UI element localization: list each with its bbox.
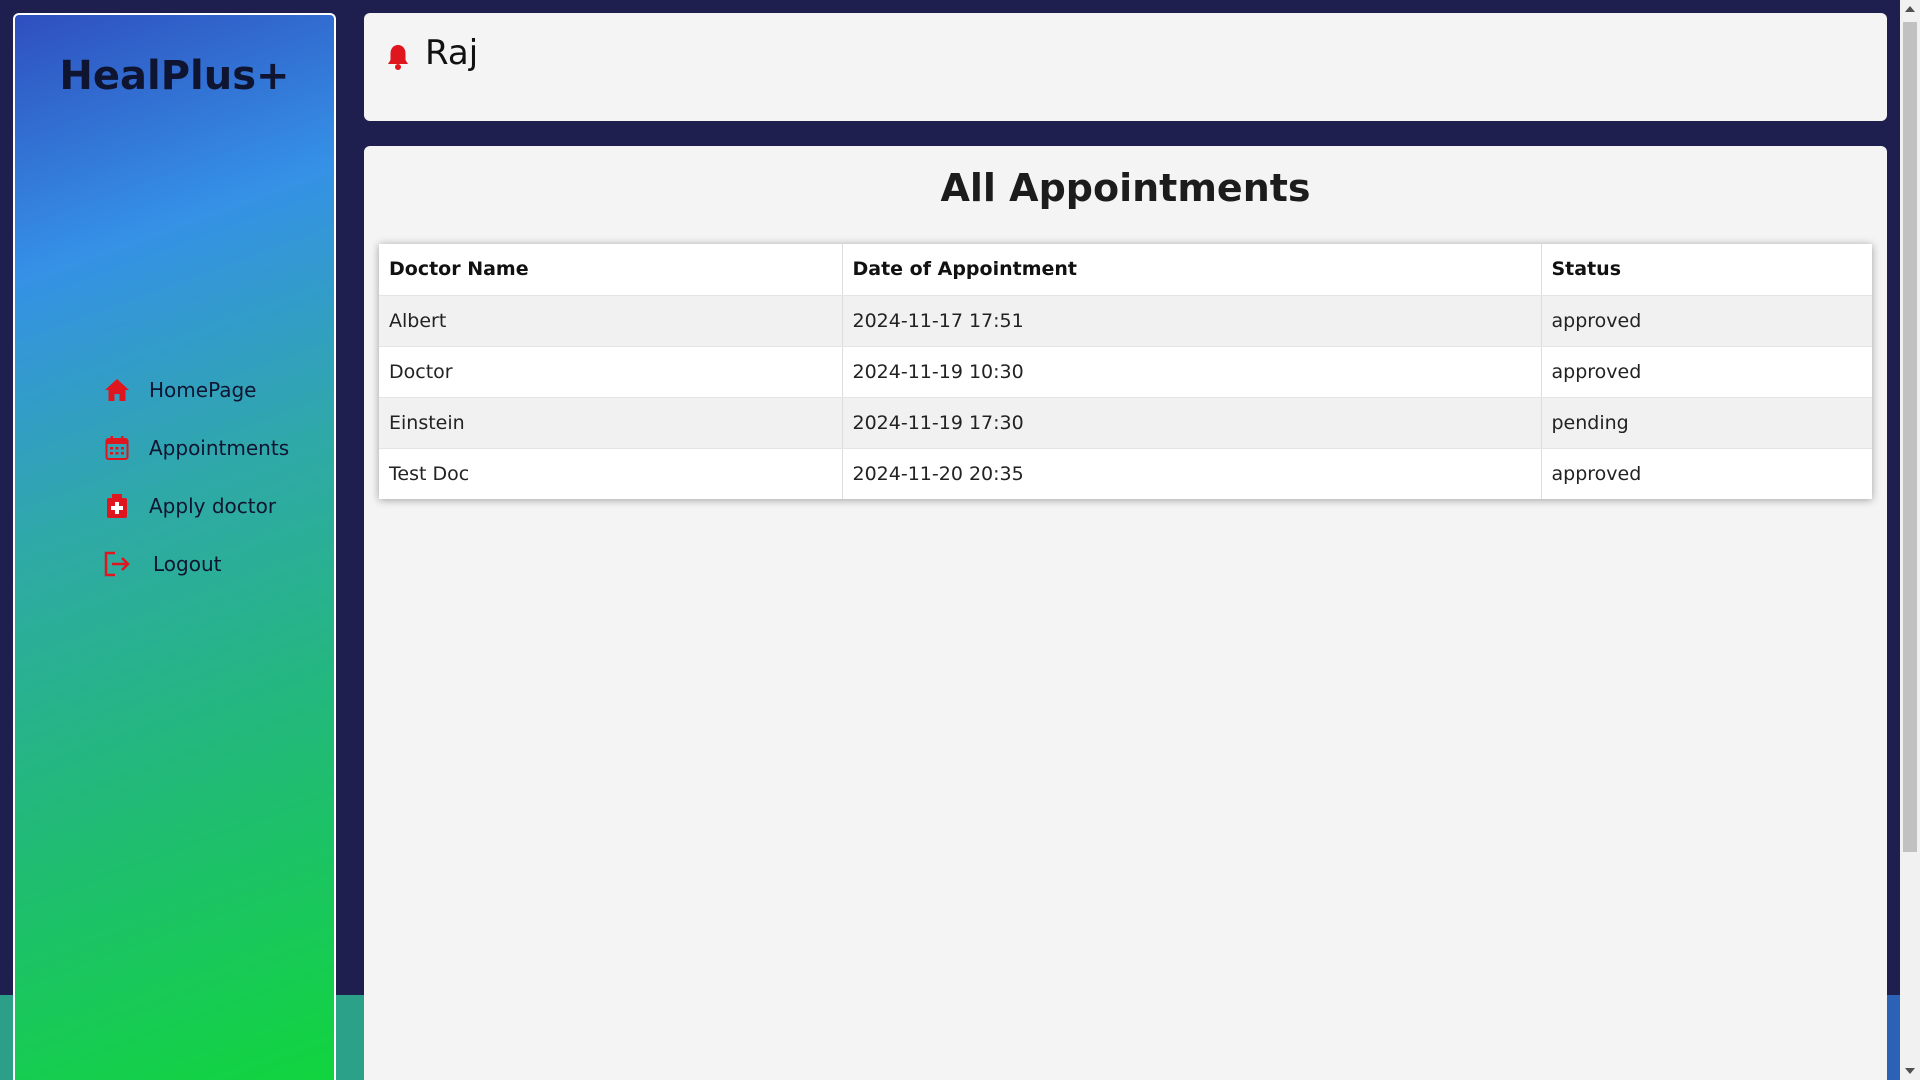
cell-doctor-name: Einstein <box>379 397 843 449</box>
table-row: Test Doc 2024-11-20 20:35 approved <box>379 448 1872 499</box>
sidebar-item-logout[interactable]: Logout <box>103 544 289 584</box>
calendar-icon <box>103 434 131 462</box>
user-name[interactable]: Raj <box>425 33 478 73</box>
sidebar-menu: HomePage Appointments Apply doctor Logou… <box>103 370 289 602</box>
sidebar-item-appointments[interactable]: Appointments <box>103 428 289 468</box>
column-header-status[interactable]: Status <box>1541 244 1872 296</box>
page-title: All Appointments <box>940 166 1311 210</box>
home-icon <box>103 376 131 404</box>
table: Doctor Name Date of Appointment Status A… <box>379 244 1872 499</box>
appointments-table: Doctor Name Date of Appointment Status A… <box>379 244 1872 499</box>
sidebar-item-label: HomePage <box>149 378 257 402</box>
sidebar-item-label: Logout <box>153 552 222 576</box>
bell-icon[interactable] <box>386 43 410 71</box>
medical-kit-icon <box>103 492 131 520</box>
cell-date: 2024-11-20 20:35 <box>842 448 1542 499</box>
cell-status: pending <box>1541 397 1872 449</box>
cell-doctor-name: Albert <box>379 295 843 347</box>
cell-status: approved <box>1541 346 1872 398</box>
sidebar-item-label: Apply doctor <box>149 494 277 518</box>
cell-date: 2024-11-19 17:30 <box>842 397 1542 449</box>
main-content: All Appointments Doctor Name Date of App… <box>364 146 1887 1080</box>
cell-date: 2024-11-19 10:30 <box>842 346 1542 398</box>
page-scrollbar[interactable] <box>1900 0 1920 1080</box>
sidebar-item-label: Appointments <box>149 436 290 460</box>
column-header-date[interactable]: Date of Appointment <box>842 244 1542 296</box>
cell-status: approved <box>1541 295 1872 347</box>
logout-icon <box>103 550 131 578</box>
top-header: Raj <box>364 13 1887 121</box>
cell-doctor-name: Doctor <box>379 346 843 398</box>
cell-date: 2024-11-17 17:51 <box>842 295 1542 347</box>
scroll-up-arrow-icon[interactable] <box>1905 6 1915 12</box>
cell-doctor-name: Test Doc <box>379 448 843 499</box>
sidebar-item-apply-doctor[interactable]: Apply doctor <box>103 486 289 526</box>
brand-title: HealPlus+ <box>59 53 290 99</box>
scrollbar-thumb[interactable] <box>1903 22 1917 852</box>
table-row: Doctor 2024-11-19 10:30 approved <box>379 346 1872 398</box>
table-row: Albert 2024-11-17 17:51 approved <box>379 295 1872 347</box>
column-header-doctor-name[interactable]: Doctor Name <box>379 244 843 296</box>
table-row: Einstein 2024-11-19 17:30 pending <box>379 397 1872 449</box>
table-header-row: Doctor Name Date of Appointment Status <box>379 244 1872 296</box>
scroll-down-arrow-icon[interactable] <box>1905 1068 1915 1074</box>
sidebar: HealPlus+ HomePage Appointments Apply do… <box>13 13 336 1080</box>
sidebar-item-homepage[interactable]: HomePage <box>103 370 289 410</box>
cell-status: approved <box>1541 448 1872 499</box>
